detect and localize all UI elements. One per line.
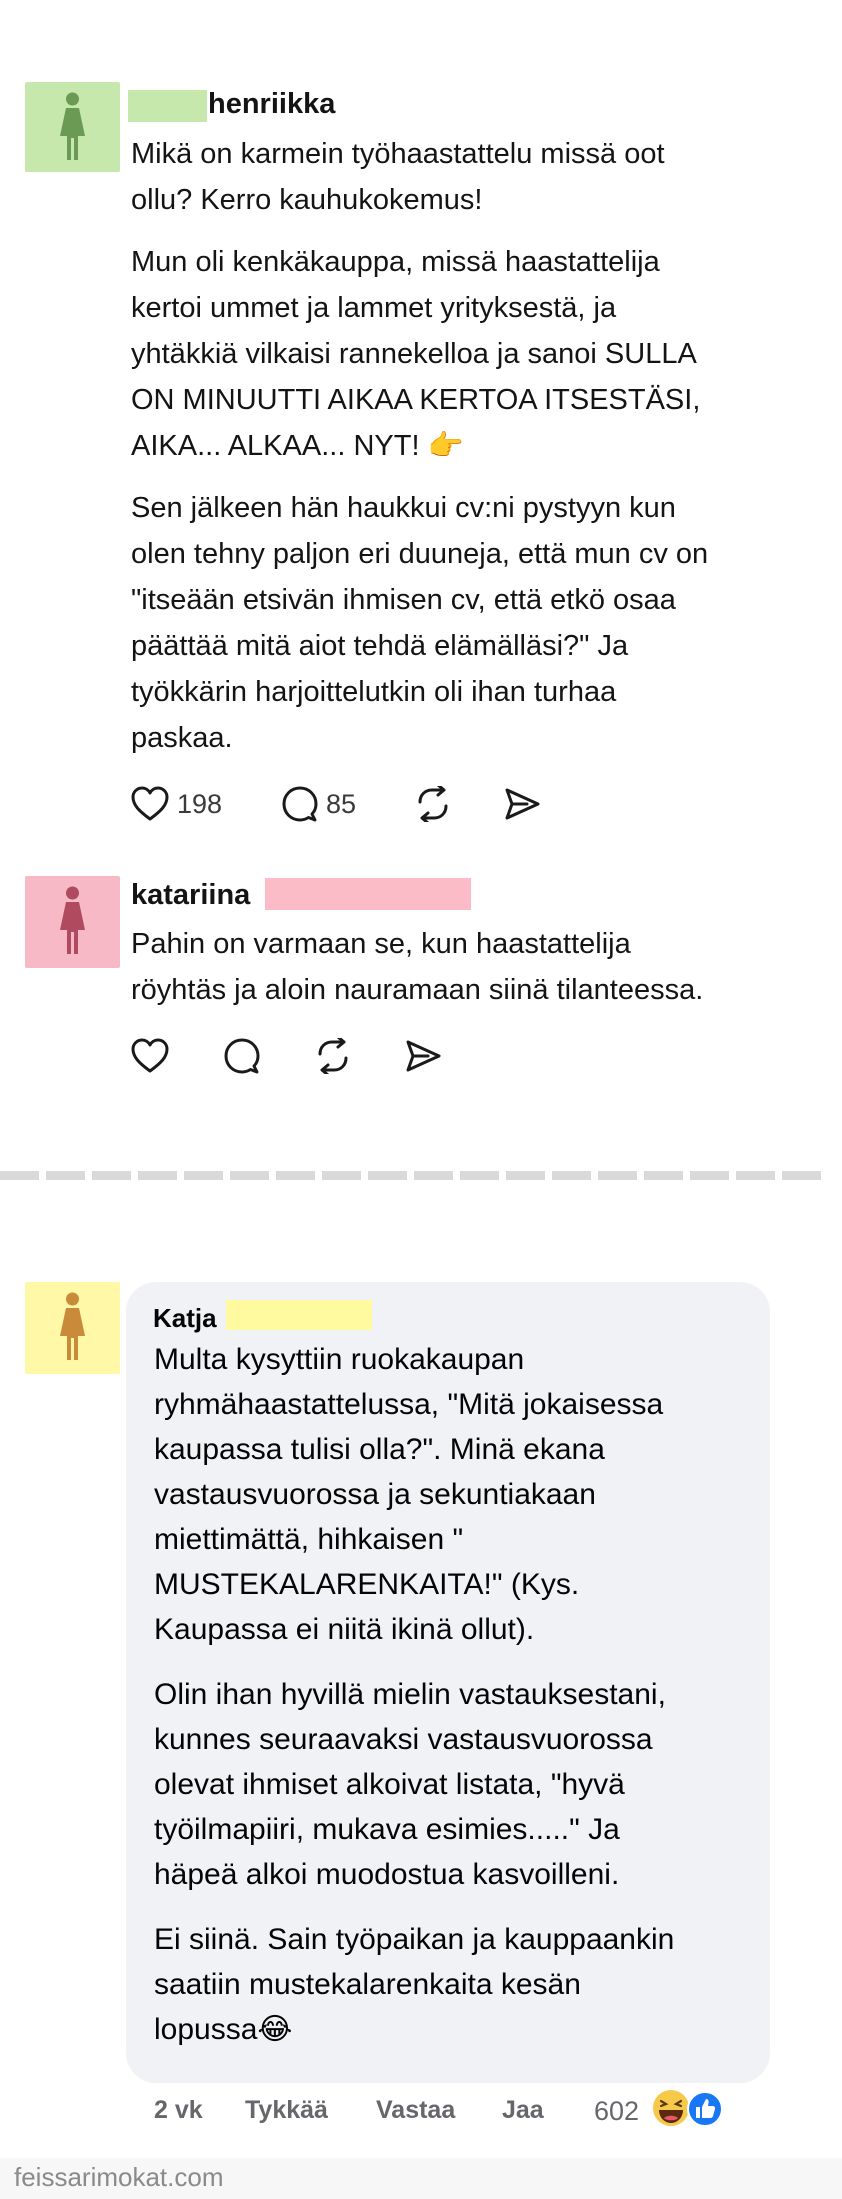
text-line: ollu? Kerro kauhukokemus! bbox=[131, 184, 483, 216]
comment-count: 85 bbox=[326, 788, 357, 819]
text-line: ryhmähaastattelussa, "Mitä jokaisessa bbox=[154, 1388, 664, 1421]
username-redaction bbox=[128, 90, 207, 122]
text-line: lopussa😂 bbox=[154, 2013, 293, 2046]
username-redaction bbox=[265, 878, 471, 910]
text-line: yhtäkkiä vilkaisi rannekelloa ja sanoi S… bbox=[131, 338, 697, 370]
like-link[interactable]: Tykkää bbox=[245, 2096, 328, 2125]
text-line: AIKA... ALKAA... NYT! 👉 bbox=[131, 430, 464, 462]
text-line: häpeä alkoi muodostua kasvoilleni. bbox=[154, 1858, 620, 1891]
woman-figure-icon bbox=[60, 886, 85, 954]
share-button[interactable] bbox=[503, 786, 541, 822]
text-line: paskaa. bbox=[131, 722, 233, 754]
post-body: Mikä on karmein työhaastattelu missä oot… bbox=[131, 131, 708, 761]
text-line: työilmapiiri, mukava esimies....." Ja bbox=[154, 1813, 620, 1846]
woman-figure-icon bbox=[60, 1292, 85, 1360]
comment-bubble-icon bbox=[224, 1038, 260, 1074]
text-line: olen tehny paljon eri duuneja, että mun … bbox=[131, 538, 709, 570]
heart-icon bbox=[131, 786, 169, 821]
woman-figure-icon bbox=[60, 92, 85, 160]
text-line: saatiin mustekalarenkaita kesän bbox=[154, 1968, 581, 2001]
text-line: Ei siinä. Sain työpaikan ja kauppaankin bbox=[154, 1923, 675, 1956]
avatar-henriikka[interactable] bbox=[25, 82, 120, 172]
username[interactable]: henriikka bbox=[208, 88, 335, 121]
text-line: "itseään etsivän ihmisen cv, että etkö o… bbox=[131, 584, 676, 616]
share-link[interactable]: Jaa bbox=[502, 2096, 544, 2125]
repost-icon bbox=[318, 1038, 348, 1074]
timestamp[interactable]: 2 vk bbox=[154, 2096, 203, 2125]
text-line: kunnes seuraavaksi vastausvuorossa bbox=[154, 1723, 653, 1756]
text-line: työkkärin harjoittelutkin oli ihan turha… bbox=[131, 676, 617, 708]
comment-bubble: Katja Multa kysyttiin ruokakaupan ryhmäh… bbox=[126, 1282, 770, 2083]
like-button[interactable]: 198 bbox=[131, 786, 222, 822]
avatar-katariina[interactable] bbox=[25, 876, 120, 968]
text-line: Mun oli kenkäkauppa, missä haastattelija bbox=[131, 246, 660, 278]
watermark-text: feissarimokat.com bbox=[14, 2162, 224, 2192]
text-line: miettimättä, hihkaisen " bbox=[154, 1523, 464, 1556]
text-line: MUSTEKALARENKAITA!" (Kys. bbox=[154, 1568, 580, 1601]
heart-icon bbox=[131, 1038, 169, 1073]
comment-bubble-icon bbox=[282, 786, 318, 822]
text-line: ON MINUUTTI AIKAA KERTOA ITSESTÄSI, bbox=[131, 384, 701, 416]
text-line: Mikä on karmein työhaastattelu missä oot bbox=[131, 138, 665, 170]
text-line: päättää mitä aiot tehdä elämälläsi?" Ja bbox=[131, 630, 629, 662]
like-button[interactable] bbox=[131, 1038, 169, 1074]
comment-body: Multa kysyttiin ruokakaupan ryhmähaastat… bbox=[154, 1337, 674, 2052]
text-line: Kaupassa ei niitä ikinä ollut). bbox=[154, 1613, 535, 1646]
send-icon bbox=[505, 788, 540, 820]
text-line: kaupassa tulisi olla?". Minä ekana bbox=[154, 1433, 605, 1466]
reaction-count[interactable]: 602 bbox=[594, 2096, 639, 2127]
reactions[interactable] bbox=[650, 2087, 730, 2129]
avatar-katja[interactable] bbox=[25, 1282, 120, 1374]
username[interactable]: katariina bbox=[131, 879, 250, 912]
text-line: Pahin on varmaan se, kun haastattelija bbox=[131, 928, 631, 960]
text-line: vastausvuorossa ja sekuntiakaan bbox=[154, 1478, 596, 1511]
username-redaction bbox=[226, 1300, 372, 1330]
comment-button[interactable] bbox=[224, 1038, 260, 1074]
text-line: röyhtäs ja aloin nauramaan siinä tilante… bbox=[131, 974, 704, 1006]
text-line: Olin ihan hyvillä mielin vastauksestani, bbox=[154, 1678, 666, 1711]
text-line: Multa kysyttiin ruokakaupan bbox=[154, 1343, 525, 1376]
watermark-bar: feissarimokat.com bbox=[0, 2158, 842, 2199]
share-button[interactable] bbox=[404, 1038, 442, 1074]
post-body: Pahin on varmaan se, kun haastattelija r… bbox=[131, 921, 703, 1013]
text-line: kertoi ummet ja lammet yrityksestä, ja bbox=[131, 292, 617, 324]
like-count: 198 bbox=[177, 788, 223, 819]
section-separator bbox=[0, 1171, 842, 1180]
reply-link[interactable]: Vastaa bbox=[376, 2096, 455, 2125]
text-line: olevat ihmiset alkoivat listata, "hyvä bbox=[154, 1768, 625, 1801]
comment-button[interactable]: 85 bbox=[282, 786, 356, 822]
text-line: Sen jälkeen hän haukkui cv:ni pystyyn ku… bbox=[131, 492, 676, 524]
send-icon bbox=[406, 1040, 441, 1072]
like-reaction-icon bbox=[687, 2091, 723, 2127]
username[interactable]: Katja bbox=[153, 1303, 217, 1334]
repost-button[interactable] bbox=[314, 1038, 352, 1074]
repost-button[interactable] bbox=[414, 786, 452, 822]
repost-icon bbox=[418, 786, 448, 822]
